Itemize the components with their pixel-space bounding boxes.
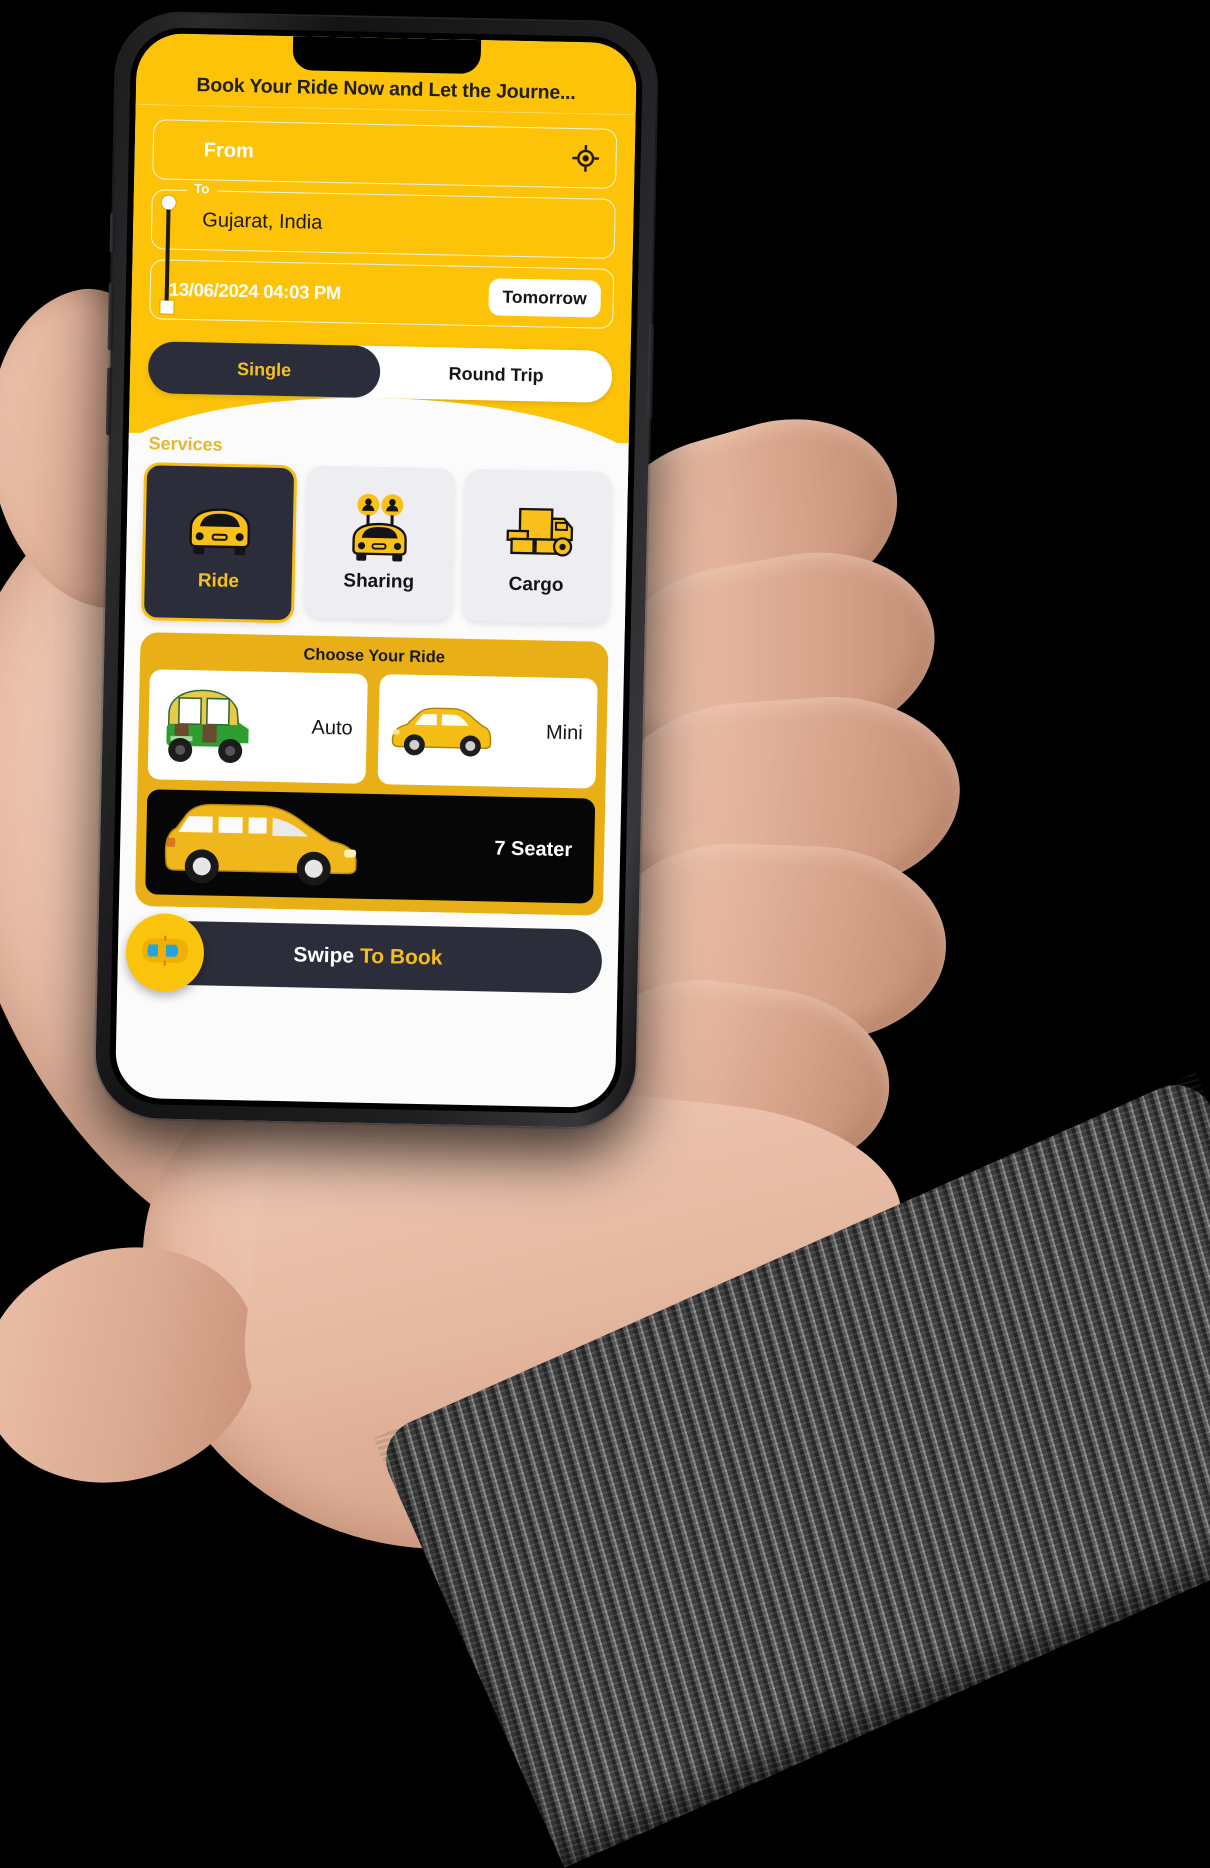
car-front-icon [177,492,262,566]
ride-label-mini: Mini [546,721,583,745]
sedan-car-icon [384,696,497,765]
screen-notch [292,36,481,74]
trip-type-toggle[interactable]: Single Round Trip [148,341,613,403]
ride-options-row: Auto Mi [148,669,598,788]
phone-bezel: Book Your Ride Now and Let the Journe...… [109,27,643,1114]
tomorrow-chip[interactable]: Tomorrow [488,278,601,317]
to-field[interactable]: To Gujarat, India [151,189,616,259]
services-row: Ride [141,462,612,630]
car-share-people-icon [337,492,422,566]
tab-round-trip[interactable]: Round Trip [380,346,613,403]
datetime-field[interactable]: 13/06/2024 04:03 PM Tomorrow [149,259,614,329]
from-placeholder-label: From [204,139,254,163]
ride-label-auto: Auto [311,716,353,740]
service-label-ride: Ride [198,570,240,593]
service-label-sharing: Sharing [343,570,414,593]
phone-screen: Book Your Ride Now and Let the Journe...… [115,33,637,1108]
origin-dot-icon [162,195,176,209]
datetime-value: 13/06/2024 04:03 PM [169,279,342,305]
to-field-caption: To [187,181,217,197]
ride-label-7-seater: 7 Seater [494,838,572,863]
swipe-knob-handle[interactable] [125,913,205,993]
smartphone-device: Book Your Ride Now and Let the Journe...… [94,12,657,1128]
service-card-sharing[interactable]: Sharing [304,466,454,621]
choose-ride-caption: Choose Your Ride [150,642,598,670]
ride-option-mini[interactable]: Mini [378,674,598,789]
service-card-cargo[interactable]: Cargo [462,469,612,624]
volume-down-button[interactable] [106,367,112,435]
title-divider [138,104,634,115]
swipe-button-label: Swipe To Book [293,943,442,970]
mute-switch[interactable] [110,212,116,252]
to-field-value: Gujarat, India [202,209,323,235]
volume-up-button[interactable] [108,282,114,350]
route-indicator [159,195,175,313]
service-card-ride[interactable]: Ride [141,462,298,623]
swipe-label-accent: To Book [360,945,443,970]
cargo-truck-icon [493,495,580,569]
swipe-section: Swipe To Book [117,906,619,1012]
tab-single[interactable]: Single [148,341,381,398]
choose-your-ride-panel: Choose Your Ride [135,632,609,916]
route-line [165,205,171,305]
destination-square-icon [160,300,173,313]
ride-option-7-seater[interactable]: 7 Seater [145,789,595,903]
swipe-label-plain: Swipe [293,943,360,967]
crosshair-location-icon[interactable] [571,144,600,173]
from-field[interactable]: From [152,119,617,189]
auto-rickshaw-icon [154,679,266,772]
service-label-cargo: Cargo [508,574,563,597]
swipe-to-book-button[interactable]: Swipe To Book [133,920,602,994]
services-section: Services [125,433,629,630]
car-top-view-icon [139,933,192,973]
page-title: Book Your Ride Now and Let the Journe... [146,73,626,106]
booking-hero-section: Book Your Ride Now and Let the Journe...… [129,33,637,445]
mpv-car-icon [153,793,370,894]
ride-option-auto[interactable]: Auto [148,669,368,784]
